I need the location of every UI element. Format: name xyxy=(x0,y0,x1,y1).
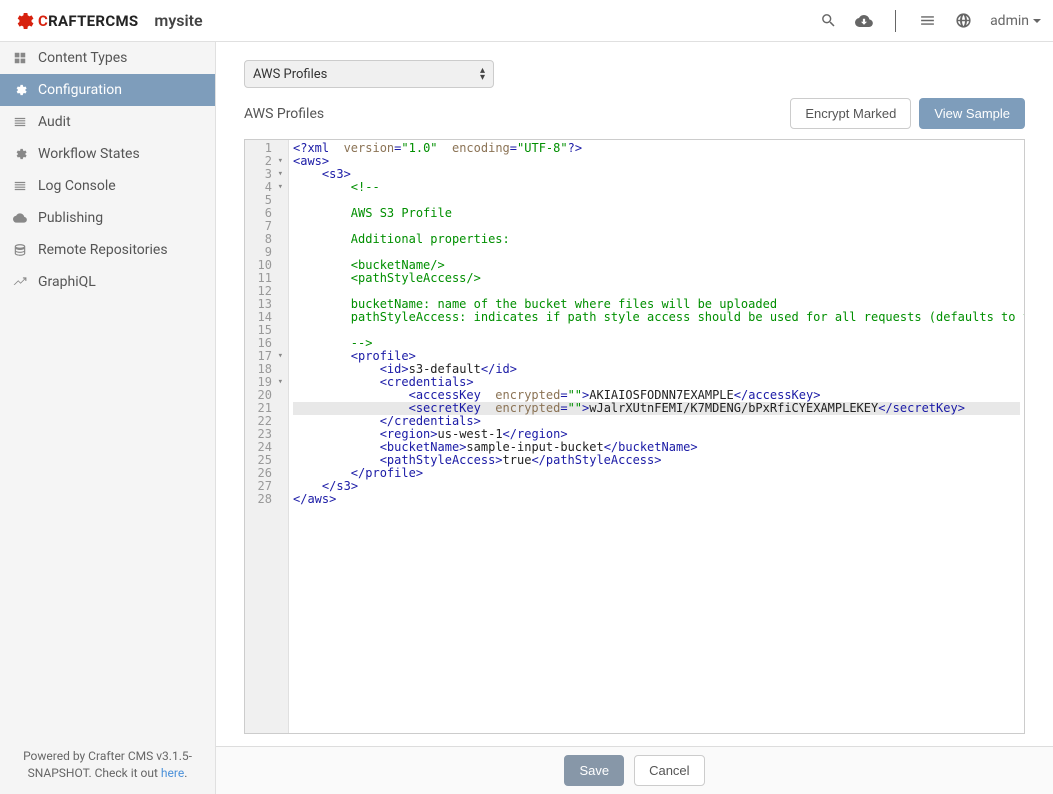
sidebar: Content Types Configuration Audit Workfl… xyxy=(0,42,216,794)
divider xyxy=(895,10,896,32)
sidebar-item-label: Audit xyxy=(38,114,71,130)
header-actions: admin xyxy=(819,10,1041,32)
sidebar-item-content-types[interactable]: Content Types xyxy=(0,42,215,74)
sidebar-item-publishing[interactable]: Publishing xyxy=(0,202,215,234)
gear-icon xyxy=(12,146,28,162)
bottom-bar: Save Cancel xyxy=(216,746,1053,794)
footer-link[interactable]: here xyxy=(161,766,184,780)
search-icon[interactable] xyxy=(819,12,837,30)
sidebar-item-graphiql[interactable]: GraphiQL xyxy=(0,266,215,298)
cloud-icon xyxy=(12,210,28,226)
config-toolbar: AWS Profiles ▴▾ xyxy=(216,42,1053,88)
code-editor[interactable]: 1234567891011121314151617181920212223242… xyxy=(244,139,1025,734)
sidebar-item-label: Remote Repositories xyxy=(38,242,168,258)
head-buttons: Encrypt Marked View Sample xyxy=(790,98,1025,129)
line-gutter: 1234567891011121314151617181920212223242… xyxy=(245,140,289,733)
sidebar-items: Content Types Configuration Audit Workfl… xyxy=(0,42,215,736)
sidebar-item-label: Workflow States xyxy=(38,146,140,162)
sidebar-item-label: Log Console xyxy=(38,178,116,194)
sidebar-item-remote-repositories[interactable]: Remote Repositories xyxy=(0,234,215,266)
app-header: CRAFTERCMS mysite admin xyxy=(0,0,1053,42)
save-button[interactable]: Save xyxy=(564,755,624,786)
gear-icon xyxy=(12,10,34,32)
grid-icon xyxy=(12,50,28,66)
encrypt-marked-button[interactable]: Encrypt Marked xyxy=(790,98,911,129)
sidebar-item-label: Configuration xyxy=(38,82,122,98)
list-icon xyxy=(12,114,28,130)
code-area[interactable]: <?xml version="1.0" encoding="UTF-8"?><a… xyxy=(289,140,1024,733)
sidebar-item-log-console[interactable]: Log Console xyxy=(0,170,215,202)
up-down-icon: ▴▾ xyxy=(480,67,485,81)
cancel-button[interactable]: Cancel xyxy=(634,755,704,786)
user-label: admin xyxy=(990,13,1029,29)
user-menu[interactable]: admin xyxy=(990,13,1041,29)
logo-text: CRAFTERCMS xyxy=(38,12,138,30)
dropdown-value: AWS Profiles xyxy=(253,67,327,82)
sidebar-item-label: Content Types xyxy=(38,50,127,66)
chart-icon xyxy=(12,274,28,290)
gear-icon xyxy=(12,82,28,98)
sidebar-footer: Powered by Crafter CMS v3.1.5-SNAPSHOT. … xyxy=(0,736,215,794)
logo[interactable]: CRAFTERCMS xyxy=(12,10,138,32)
sidebar-item-workflow-states[interactable]: Workflow States xyxy=(0,138,215,170)
section-head: AWS Profiles Encrypt Marked View Sample xyxy=(216,88,1053,139)
sidebar-item-label: GraphiQL xyxy=(38,274,96,290)
list-icon xyxy=(12,178,28,194)
config-selector[interactable]: AWS Profiles ▴▾ xyxy=(244,60,494,88)
view-sample-button[interactable]: View Sample xyxy=(919,98,1025,129)
section-title: AWS Profiles xyxy=(244,106,324,122)
sidebar-item-configuration[interactable]: Configuration xyxy=(0,74,215,106)
main-content: AWS Profiles ▴▾ AWS Profiles Encrypt Mar… xyxy=(216,42,1053,794)
cloud-download-icon[interactable] xyxy=(855,12,873,30)
database-icon xyxy=(12,242,28,258)
sidebar-item-label: Publishing xyxy=(38,210,103,226)
chevron-down-icon xyxy=(1033,19,1041,23)
globe-icon[interactable] xyxy=(954,12,972,30)
site-name: mysite xyxy=(154,11,202,30)
sidebar-item-audit[interactable]: Audit xyxy=(0,106,215,138)
menu-icon[interactable] xyxy=(918,12,936,30)
